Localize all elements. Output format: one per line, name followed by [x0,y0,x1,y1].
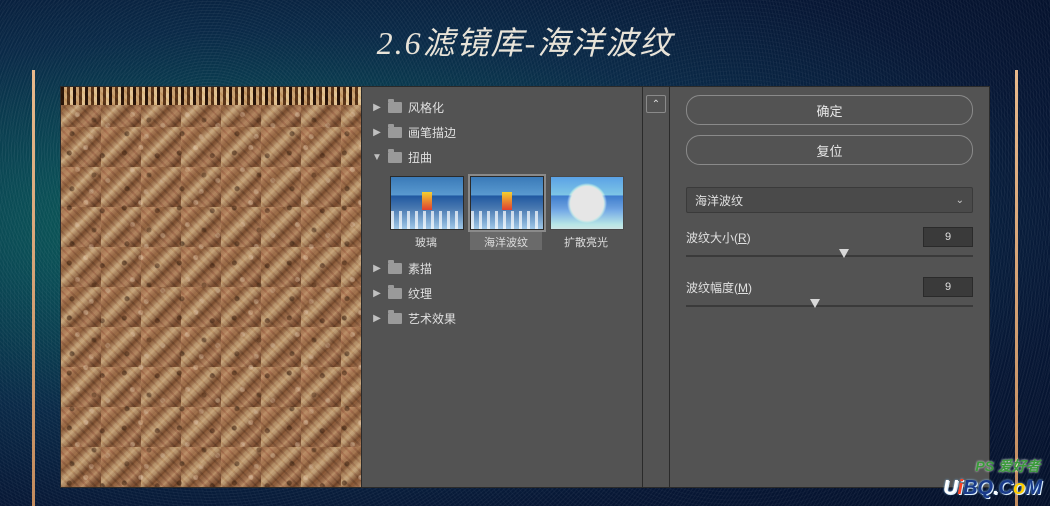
watermark-uibq: UiBQ.CoM [943,477,1042,500]
thumb-ocean-ripple[interactable]: 海洋波纹 [470,176,542,250]
double-chevron-up-icon: ⌃ [652,99,660,110]
ok-button[interactable]: 确定 [686,95,973,125]
distort-thumbnails: 玻璃 海洋波纹 扩散亮光 [362,170,642,256]
ripple-magnitude-slider[interactable] [686,299,973,313]
chevron-right-icon: ▶ [372,127,382,138]
slider-thumb[interactable] [810,299,820,308]
thumb-label: 扩散亮光 [550,234,622,250]
category-label: 画笔描边 [408,124,456,141]
chevron-right-icon: ▶ [372,313,382,324]
chevron-down-icon: ⌄ [956,195,964,206]
filter-tree: ▶ 风格化 ▶ 画笔描边 ▼ 扭曲 玻璃 海洋波纹 扩散亮光 [362,87,643,487]
category-label: 纹理 [408,285,432,302]
preview-pane [61,87,362,487]
dropdown-value: 海洋波纹 [695,192,743,209]
thumb-image [390,176,464,230]
folder-icon [388,127,402,138]
category-texture[interactable]: ▶ 纹理 [362,281,642,306]
collapse-button[interactable]: ⌃ [646,95,666,113]
category-brush-strokes[interactable]: ▶ 画笔描边 [362,120,642,145]
ripple-magnitude-input[interactable]: 9 [923,277,973,297]
ripple-size-slider[interactable] [686,249,973,263]
chevron-right-icon: ▶ [372,102,382,113]
collapse-column: ⌃ [643,87,670,487]
reset-button[interactable]: 复位 [686,135,973,165]
category-stylize[interactable]: ▶ 风格化 [362,95,642,120]
category-label: 扭曲 [408,149,432,166]
thumb-image [550,176,624,230]
folder-icon [388,152,402,163]
slider-thumb[interactable] [839,249,849,258]
folder-icon [388,102,402,113]
thumb-image [470,176,544,230]
param-label: 波纹幅度(M) [686,279,752,296]
thumb-glass[interactable]: 玻璃 [390,176,462,250]
category-distort[interactable]: ▼ 扭曲 [362,145,642,170]
settings-pane: 确定 复位 海洋波纹 ⌄ 波纹大小(R) 9 波纹幅度(M) [670,87,989,487]
folder-icon [388,263,402,274]
ripple-size-input[interactable]: 9 [923,227,973,247]
param-label: 波纹大小(R) [686,229,751,246]
preview-image[interactable] [61,87,361,487]
thumb-diffuse-glow[interactable]: 扩散亮光 [550,176,622,250]
thumb-label: 海洋波纹 [470,234,542,250]
filter-gallery-dialog: ▶ 风格化 ▶ 画笔描边 ▼ 扭曲 玻璃 海洋波纹 扩散亮光 [60,86,990,488]
category-label: 风格化 [408,99,444,116]
thumb-label: 玻璃 [390,234,462,250]
folder-icon [388,288,402,299]
category-label: 素描 [408,260,432,277]
param-ripple-size: 波纹大小(R) 9 [686,227,973,263]
folder-icon [388,313,402,324]
watermark-small: PS 爱好者 [975,456,1040,476]
chevron-right-icon: ▶ [372,263,382,274]
chevron-down-icon: ▼ [372,152,382,163]
page-title: 2.6滤镜库-海洋波纹 [0,18,1050,64]
category-label: 艺术效果 [408,310,456,327]
filter-dropdown[interactable]: 海洋波纹 ⌄ [686,187,973,213]
category-sketch[interactable]: ▶ 素描 [362,256,642,281]
param-ripple-magnitude: 波纹幅度(M) 9 [686,277,973,313]
category-artistic[interactable]: ▶ 艺术效果 [362,306,642,331]
chevron-right-icon: ▶ [372,288,382,299]
